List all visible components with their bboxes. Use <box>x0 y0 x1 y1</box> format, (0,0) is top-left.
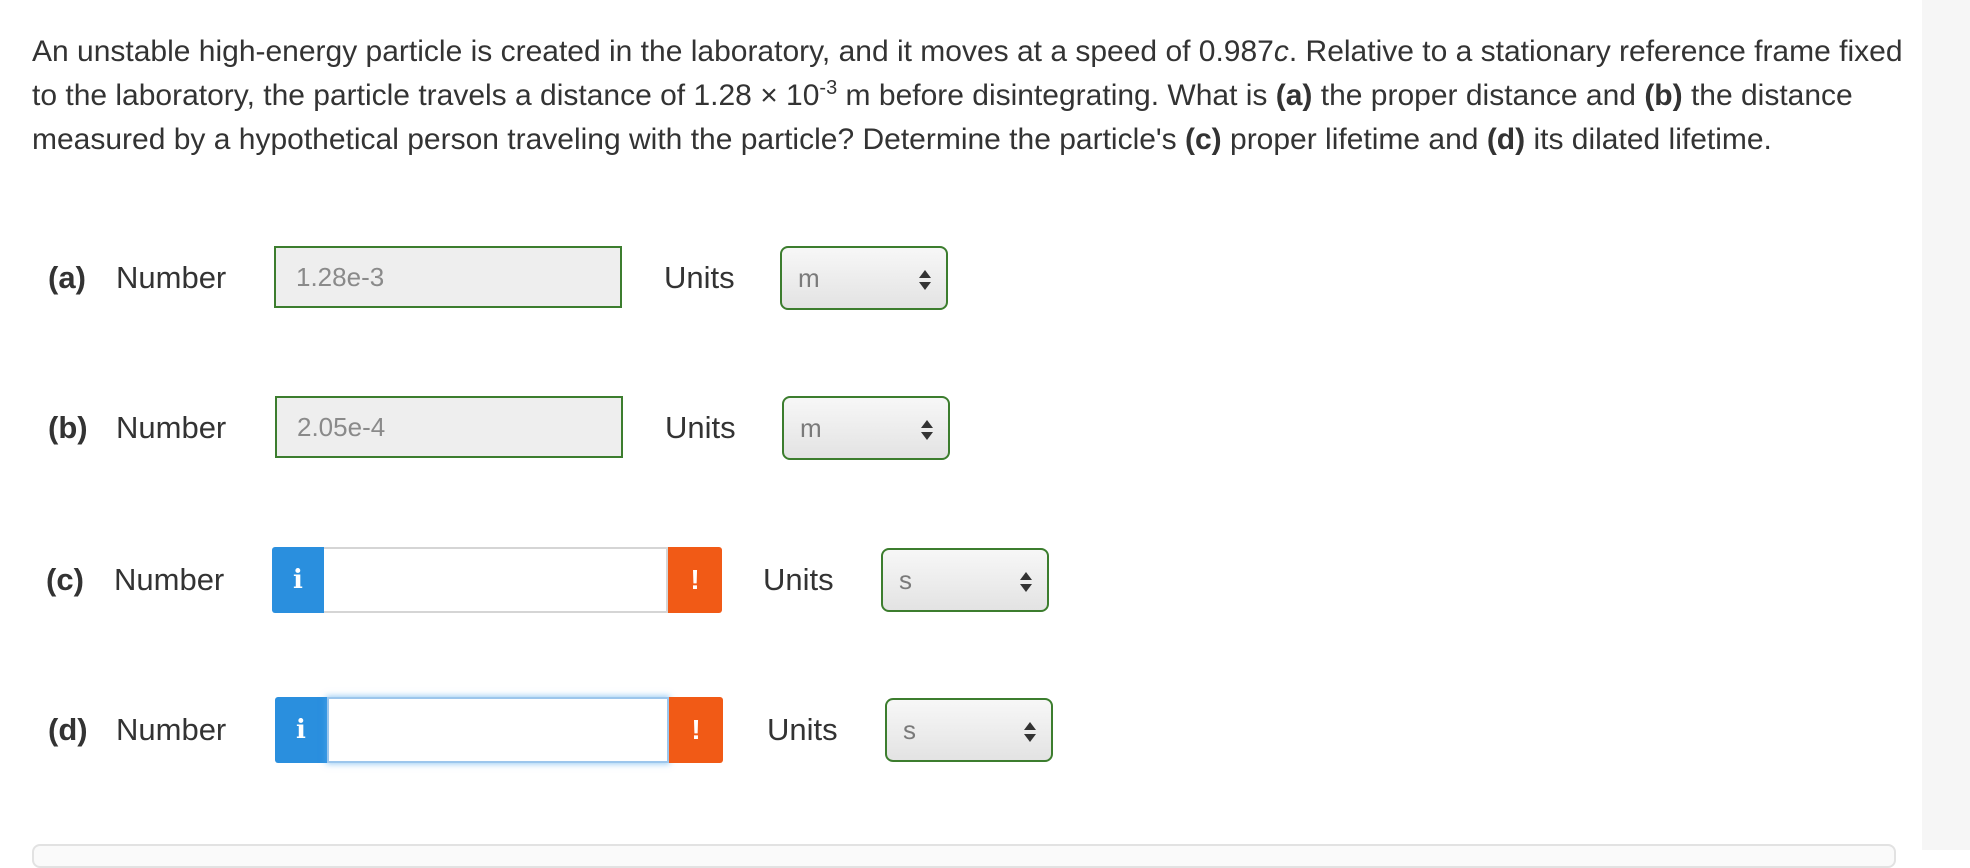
warning-icon[interactable]: ! <box>668 547 722 613</box>
part-label-d: (d) <box>48 712 88 747</box>
number-label-b: Number <box>116 410 227 445</box>
units-label-a: Units <box>664 260 735 295</box>
part-label-a: (a) <box>48 260 86 295</box>
select-arrows-icon <box>919 270 931 290</box>
unit-select-value-c: s <box>899 565 912 595</box>
answer-input-b[interactable]: 2.05e-4 <box>275 396 623 458</box>
select-arrows-icon <box>1020 572 1032 592</box>
info-icon[interactable]: i <box>272 547 324 613</box>
unit-select-d[interactable]: s <box>885 698 1053 762</box>
part-label-b: (b) <box>48 410 88 445</box>
unit-select-value-a: m <box>798 263 820 293</box>
select-arrows-icon <box>921 420 933 440</box>
scrollbar-gutter <box>1922 0 1970 850</box>
select-arrows-icon <box>1024 722 1036 742</box>
question-text: An unstable high-energy particle is crea… <box>32 35 1903 156</box>
units-label-d: Units <box>767 712 838 747</box>
answer-input-c[interactable] <box>324 547 668 613</box>
answer-row-c: (c) Number i ! Units s <box>0 547 1200 613</box>
unit-select-a[interactable]: m <box>780 246 948 310</box>
number-label-d: Number <box>116 712 227 747</box>
warning-icon[interactable]: ! <box>669 697 723 763</box>
unit-select-b[interactable]: m <box>782 396 950 460</box>
unit-select-value-d: s <box>903 715 916 745</box>
answer-row-a: (a) Number 1.28e-3 Units m <box>0 246 1200 312</box>
answer-input-d[interactable] <box>327 697 669 763</box>
answer-input-a[interactable]: 1.28e-3 <box>274 246 622 308</box>
units-label-c: Units <box>763 562 834 597</box>
unit-select-value-b: m <box>800 413 822 443</box>
number-label-a: Number <box>116 260 227 295</box>
next-panel-edge <box>32 844 1896 868</box>
units-label-b: Units <box>665 410 736 445</box>
info-icon[interactable]: i <box>275 697 327 763</box>
part-label-c: (c) <box>46 562 84 597</box>
answer-row-b: (b) Number 2.05e-4 Units m <box>0 396 1200 462</box>
answer-row-d: (d) Number i ! Units s <box>0 697 1200 763</box>
unit-select-c[interactable]: s <box>881 548 1049 612</box>
number-label-c: Number <box>114 562 225 597</box>
